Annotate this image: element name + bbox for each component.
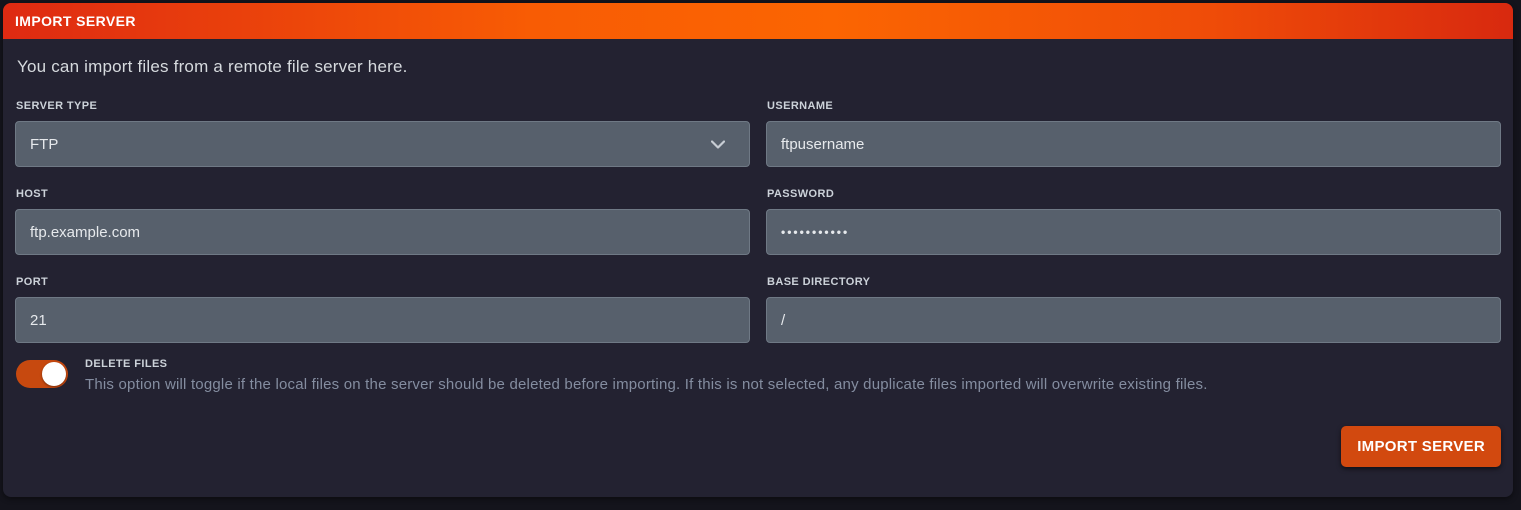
delete-files-toggle[interactable] — [16, 360, 68, 388]
host-group: HOST — [15, 167, 750, 255]
delete-files-label: DELETE FILES — [85, 358, 1208, 370]
password-label: PASSWORD — [767, 188, 1501, 200]
import-server-button[interactable]: IMPORT SERVER — [1341, 426, 1501, 467]
page: IMPORT SERVER You can import files from … — [0, 0, 1521, 510]
panel-title: IMPORT SERVER — [15, 13, 136, 29]
form-grid: SERVER TYPE FTP USERNAME HOST — [15, 79, 1501, 343]
base-directory-group: BASE DIRECTORY — [766, 255, 1501, 343]
delete-files-text: DELETE FILES This option will toggle if … — [85, 357, 1208, 393]
server-type-group: SERVER TYPE FTP — [15, 79, 750, 167]
base-directory-label: BASE DIRECTORY — [767, 276, 1501, 288]
panel-header: IMPORT SERVER — [3, 3, 1513, 39]
base-directory-input[interactable] — [766, 297, 1501, 343]
port-input[interactable] — [15, 297, 750, 343]
username-input[interactable] — [766, 121, 1501, 167]
port-group: PORT — [15, 255, 750, 343]
toggle-knob-icon — [42, 362, 66, 386]
password-input[interactable] — [766, 209, 1501, 255]
username-group: USERNAME — [766, 79, 1501, 167]
password-group: PASSWORD — [766, 167, 1501, 255]
port-label: PORT — [16, 276, 750, 288]
delete-files-description: This option will toggle if the local fil… — [85, 376, 1208, 393]
username-label: USERNAME — [767, 100, 1501, 112]
host-label: HOST — [16, 188, 750, 200]
intro-text: You can import files from a remote file … — [17, 57, 1501, 77]
server-type-select[interactable]: FTP — [15, 121, 750, 167]
import-server-panel: IMPORT SERVER You can import files from … — [3, 3, 1513, 497]
host-input[interactable] — [15, 209, 750, 255]
delete-files-row: DELETE FILES This option will toggle if … — [16, 357, 1501, 393]
server-type-label: SERVER TYPE — [16, 100, 750, 112]
footer-actions: IMPORT SERVER — [15, 426, 1501, 467]
chevron-down-icon — [711, 140, 725, 149]
server-type-value: FTP — [30, 136, 58, 153]
panel-body: You can import files from a remote file … — [3, 57, 1513, 467]
